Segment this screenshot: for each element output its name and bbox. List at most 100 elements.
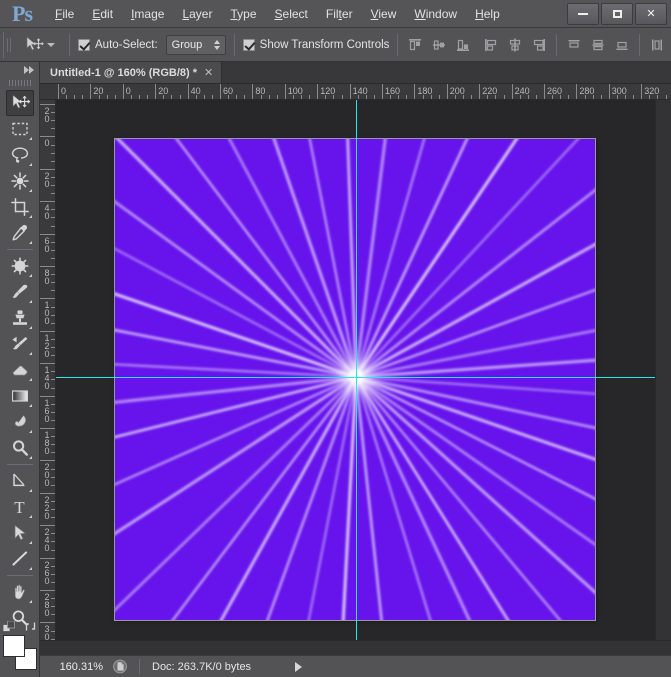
tools-panel-grip[interactable] — [0, 78, 39, 88]
ruler-major-tick — [40, 363, 55, 365]
flyout-corner-icon — [28, 163, 32, 166]
flyout-corner-icon — [28, 326, 32, 329]
align-vertical-centers-icon[interactable] — [430, 36, 448, 54]
distribute-left-edges-icon[interactable] — [648, 36, 666, 54]
tool-lasso[interactable] — [6, 142, 34, 168]
align-left-edges-icon[interactable] — [482, 36, 500, 54]
ruler-major-tick — [40, 557, 55, 559]
starburst-ray — [115, 329, 358, 379]
default-colors-icon[interactable] — [2, 621, 15, 633]
dodge-icon — [12, 440, 28, 456]
swap-colors-icon[interactable] — [24, 620, 37, 633]
options-separator-3 — [397, 33, 399, 56]
tool-eraser[interactable] — [6, 357, 34, 383]
tool-brush[interactable] — [6, 279, 34, 305]
ruler-major-tick — [608, 84, 610, 99]
tool-crop[interactable] — [6, 194, 34, 220]
menu-item-image[interactable]: Image — [122, 3, 173, 25]
ruler-major-tick — [90, 84, 92, 99]
tool-hand[interactable] — [6, 579, 34, 605]
auto-select-checkbox[interactable] — [78, 38, 90, 51]
distribute-bottom-edges-icon[interactable] — [613, 36, 631, 54]
vertical-guide[interactable] — [356, 100, 357, 640]
tools-list: T — [0, 88, 39, 670]
tool-pen[interactable] — [6, 468, 34, 494]
ruler-major-tick — [155, 84, 157, 99]
tool-line-shape[interactable] — [6, 546, 34, 572]
foreground-color-swatch[interactable] — [2, 635, 25, 657]
window-controls: ✕ — [567, 3, 667, 25]
tool-move[interactable] — [5, 90, 34, 116]
horizontal-ruler[interactable]: 0 20 0 20 40 60 80 100 120 140 160 180 200 220 240 260 2… — [40, 84, 671, 100]
ruler-label: 280 — [44, 592, 50, 618]
tool-gradient[interactable] — [6, 383, 34, 409]
double-chevron-right-icon[interactable] — [24, 66, 34, 74]
tool-eyedropper[interactable] — [6, 220, 34, 246]
menu-bar: Ps File Edit Image Layer Type Select Filter Vie… — [0, 0, 671, 28]
menu-item-window[interactable]: Window — [405, 3, 466, 25]
align-right-edges-icon[interactable] — [530, 36, 548, 54]
options-bar-grip[interactable] — [3, 31, 14, 58]
minimize-button[interactable] — [567, 3, 599, 25]
ruler-major-tick — [187, 84, 189, 99]
magic-wand-icon — [10, 172, 29, 190]
tool-path-selection[interactable] — [6, 520, 34, 546]
starburst-ray — [354, 375, 383, 620]
distribute-vertical-centers-icon[interactable] — [589, 36, 607, 54]
distribute-top-edges-icon[interactable] — [565, 36, 583, 54]
tool-blur[interactable] — [6, 409, 34, 435]
tool-preset-chevron-down-icon[interactable] — [47, 42, 55, 47]
tool-preset-picker[interactable] — [18, 35, 61, 55]
vertical-scrollbar[interactable] — [655, 100, 671, 640]
close-icon[interactable]: ✕ — [204, 66, 213, 79]
ruler-label: 300 — [44, 624, 50, 640]
ruler-label: 0 — [44, 138, 50, 149]
menu-item-layer[interactable]: Layer — [173, 3, 221, 25]
auto-select-target-dropdown[interactable]: Group — [165, 34, 226, 55]
flyout-corner-icon — [28, 189, 32, 192]
align-horizontal-centers-icon[interactable] — [506, 36, 524, 54]
tools-divider-2 — [6, 464, 33, 465]
tool-clone-stamp[interactable] — [6, 305, 34, 331]
status-separator-1 — [139, 659, 140, 674]
flyout-corner-icon — [28, 567, 32, 570]
zoom-level-field[interactable]: 160.31% — [45, 659, 107, 675]
document-proxy-icon[interactable] — [109, 659, 131, 675]
ruler-major-tick — [414, 84, 416, 99]
menu-item-edit[interactable]: Edit — [83, 3, 122, 25]
auto-select-control[interactable]: Auto-Select: — [78, 38, 158, 51]
canvas-area[interactable] — [56, 100, 655, 640]
color-swatches — [2, 621, 37, 670]
menu-item-type[interactable]: Type — [221, 3, 265, 25]
menu-item-view[interactable]: View — [362, 3, 406, 25]
tool-horizontal-type[interactable]: T — [6, 494, 34, 520]
tool-rectangular-marquee[interactable] — [6, 116, 34, 142]
tool-dodge[interactable] — [6, 435, 34, 461]
ruler-major-tick — [220, 84, 221, 99]
horizontal-scrollbar[interactable] — [40, 640, 671, 655]
align-top-edges-icon[interactable] — [406, 36, 424, 54]
ruler-major-tick — [58, 84, 59, 99]
maximize-button[interactable] — [601, 3, 633, 25]
flyout-corner-icon — [28, 515, 32, 518]
menu-item-select[interactable]: Select — [266, 3, 317, 25]
tool-magic-wand[interactable] — [6, 168, 34, 194]
show-transform-controls-checkbox[interactable] — [242, 38, 255, 51]
tool-spot-healing-brush[interactable] — [6, 253, 34, 279]
menu-item-help[interactable]: Help — [466, 3, 509, 25]
close-button[interactable]: ✕ — [635, 3, 667, 25]
menu-item-file[interactable]: File — [46, 3, 83, 25]
flyout-corner-icon — [28, 137, 32, 140]
starburst-ray — [354, 375, 510, 620]
play-arrow-icon[interactable] — [295, 661, 303, 672]
starburst-ray — [354, 375, 595, 546]
menu-item-filter[interactable]: Filter — [317, 3, 362, 25]
align-bottom-edges-icon[interactable] — [454, 36, 472, 54]
tool-history-brush[interactable] — [6, 331, 34, 357]
artboard[interactable] — [115, 139, 595, 620]
show-transform-controls-control[interactable]: Show Transform Controls — [242, 38, 389, 51]
ruler-label: 120 — [44, 332, 50, 359]
ruler-label: 200 — [44, 462, 50, 489]
vertical-ruler[interactable]: 20 0 20 40 60 80 100 120 140 160 180 200 220 240 260 28… — [40, 100, 56, 640]
document-tab[interactable]: Untitled-1 @ 160% (RGB/8) * ✕ — [40, 62, 223, 83]
